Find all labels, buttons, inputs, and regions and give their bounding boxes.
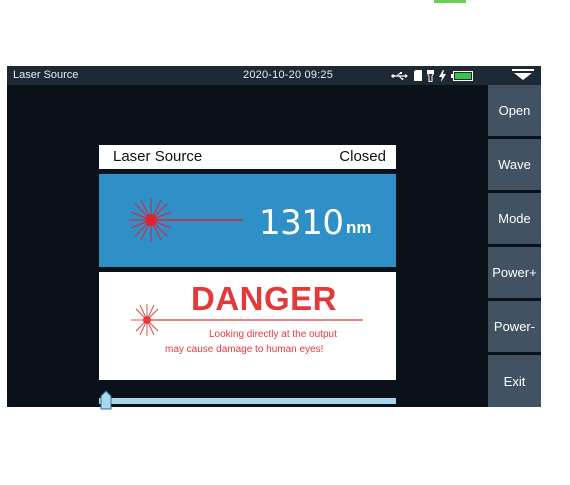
danger-warning-panel: DANGER Looking directly at the output ma…	[99, 272, 396, 380]
exit-button[interactable]: Exit	[488, 355, 541, 407]
status-bar-datetime: 2020-10-20 09:25	[243, 69, 334, 81]
open-button[interactable]: Open	[488, 85, 541, 136]
status-bar: Laser Source 2020-10-20 09:25	[7, 66, 541, 85]
dropdown-arrow-icon[interactable]	[512, 69, 534, 81]
laser-beam-icon	[129, 198, 243, 242]
open-button-label: Open	[498, 103, 531, 118]
wave-button-label: Wave	[498, 157, 531, 172]
flashlight-icon	[427, 69, 434, 82]
wavelength-value: 1310	[259, 203, 344, 243]
laser-status: Closed	[339, 148, 386, 165]
device-screen: Laser Source 2020-10-20 09:25 Laser Sour…	[7, 66, 541, 410]
top-accent-bar	[434, 0, 466, 3]
mode-button[interactable]: Mode	[488, 193, 541, 244]
usb-icon	[391, 71, 408, 80]
mode-button-label: Mode	[498, 211, 531, 226]
wavelength-panel: 1310 nm	[99, 174, 396, 267]
sd-card-icon	[414, 70, 422, 81]
exit-button-label: Exit	[503, 373, 526, 389]
panel-header: Laser Source Closed	[99, 145, 396, 172]
main-content: Laser Source Closed 1310 nm DANGER Looki…	[7, 85, 485, 410]
panel-title: Laser Source	[113, 148, 203, 165]
power-down-button[interactable]: Power-	[488, 301, 541, 352]
status-bar-title: Laser Source	[13, 69, 79, 81]
warning-text-line2: may cause damage to human eyes!	[165, 344, 324, 355]
warning-text-line1: Looking directly at the output	[209, 329, 337, 340]
battery-icon	[451, 70, 473, 81]
power-up-button[interactable]: Power+	[488, 247, 541, 298]
power-up-button-label: Power+	[492, 265, 537, 280]
danger-title: DANGER	[191, 280, 338, 317]
charging-icon	[439, 69, 446, 82]
power-slider-track[interactable]	[99, 398, 396, 404]
power-down-button-label: Power-	[493, 319, 536, 334]
status-icons	[391, 68, 473, 83]
wavelength-unit: nm	[346, 218, 372, 237]
power-slider-handle[interactable]	[100, 390, 112, 410]
wave-button[interactable]: Wave	[488, 139, 541, 190]
function-sidebar: Open Wave Mode Power+ Power- Exit	[488, 85, 541, 407]
